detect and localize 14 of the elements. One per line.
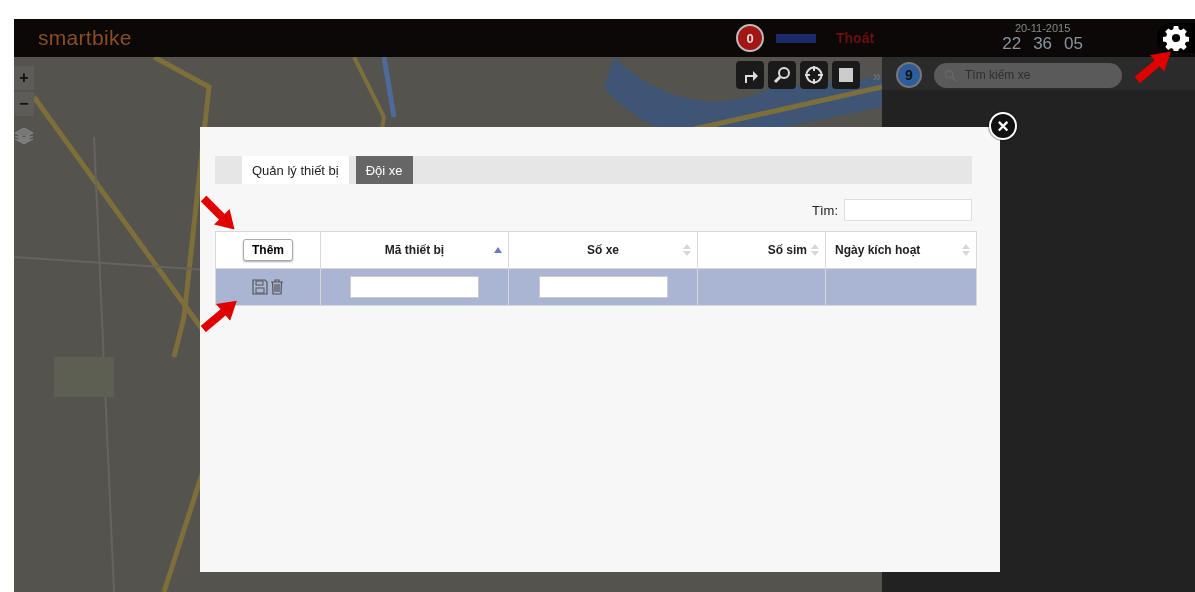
tab[interactable]: Đội xe xyxy=(355,156,413,184)
tab[interactable]: Quản lý thiết bị xyxy=(242,156,349,184)
time-digits: 05 xyxy=(1064,34,1083,54)
time-digits: 36 xyxy=(1033,34,1053,54)
column-header[interactable]: Mã thiết bị xyxy=(320,231,509,269)
column-header[interactable]: Ngày kích hoạt xyxy=(825,231,977,269)
search-label: Tìm: xyxy=(812,202,838,218)
alert-count-badge[interactable]: 0 xyxy=(736,24,764,52)
column-header[interactable]: Số xe xyxy=(508,231,698,269)
logo: smartbike xyxy=(38,26,132,49)
date-text: 20-11-2015 xyxy=(1014,22,1071,34)
time-digits: 22 xyxy=(1002,34,1022,54)
add-button[interactable]: Thêm xyxy=(243,239,293,261)
column-header[interactable]: Số sim xyxy=(697,231,826,269)
